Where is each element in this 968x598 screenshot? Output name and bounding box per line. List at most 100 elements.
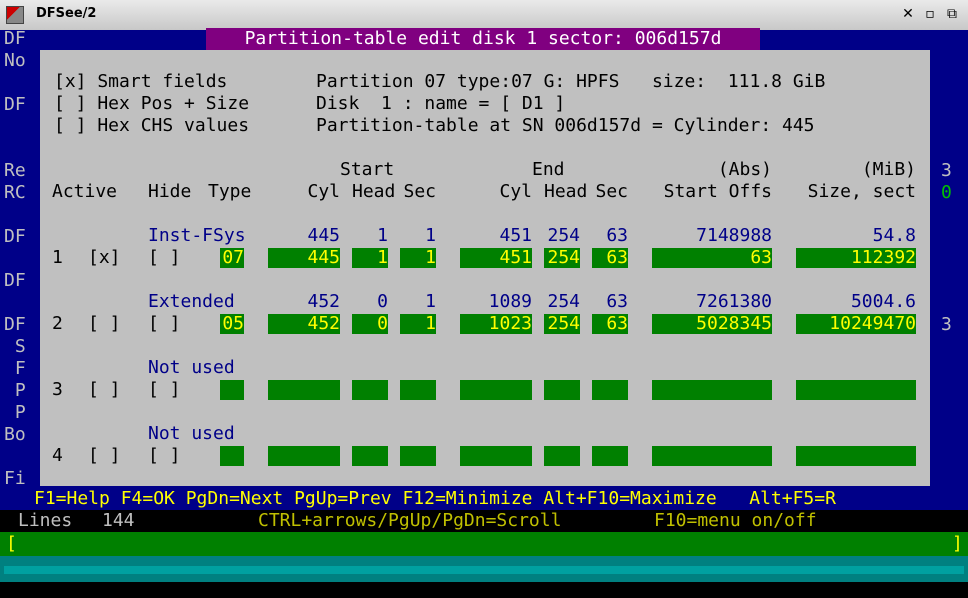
- header-head: Head: [352, 181, 396, 202]
- header-active: Active: [52, 181, 118, 202]
- bg-text: P: [4, 380, 26, 401]
- entry-1-head-field[interactable]: 1: [352, 248, 388, 268]
- entry-2-cyl-field[interactable]: 452: [268, 314, 340, 334]
- bg-text: Re: [4, 160, 26, 181]
- entry-2-offs-field[interactable]: 5028345: [652, 314, 772, 334]
- entry-4-hide-checkbox[interactable]: [ ]: [148, 445, 181, 467]
- bg-text: S: [4, 336, 26, 357]
- bg-text: 3: [941, 160, 952, 181]
- window-title: DFSee/2: [36, 6, 97, 21]
- bg-text: Bo: [4, 424, 26, 445]
- entry-1-end-head-field[interactable]: 254: [544, 248, 580, 268]
- hex-chs-checkbox[interactable]: [ ] Hex CHS values: [54, 115, 249, 137]
- entry-1-cyl-field[interactable]: 445: [268, 248, 340, 268]
- entry-2-end-sec-field[interactable]: 63: [592, 314, 628, 334]
- entry-1-info-esec: 63: [606, 225, 628, 246]
- entry-2-info-sec: 1: [425, 291, 436, 312]
- entry-1-info-cyl: 445: [307, 225, 340, 246]
- entry-1-label: Inst-FSys: [148, 225, 246, 246]
- entry-4-size-field[interactable]: [796, 446, 916, 466]
- entry-2-label: Extended: [148, 291, 235, 312]
- entry-4-active-checkbox[interactable]: [ ]: [88, 445, 121, 467]
- entry-1-info-head: 1: [377, 225, 388, 246]
- dialog-title: Partition-table edit disk 1 sector: 006d…: [206, 28, 760, 50]
- hex-pos-size-checkbox[interactable]: [ ] Hex Pos + Size: [54, 93, 249, 115]
- entry-1-info-ehead: 254: [547, 225, 580, 246]
- entry-4-number: 4: [52, 445, 63, 466]
- entry-4-sec-field[interactable]: [400, 446, 436, 466]
- entry-4-end-head-field[interactable]: [544, 446, 580, 466]
- bg-text: DF: [4, 314, 26, 335]
- maximize-icon[interactable]: ⧉: [944, 6, 960, 22]
- bg-text: F: [4, 358, 26, 379]
- header-sec: Sec: [403, 181, 436, 202]
- entry-2-info-abs: 7261380: [696, 291, 772, 312]
- header-start: Start: [340, 159, 395, 180]
- entry-3-head-field[interactable]: [352, 380, 388, 400]
- scroll-hint: CTRL+arrows/PgUp/PgDn=Scroll: [258, 510, 562, 531]
- entry-2-head-field[interactable]: 0: [352, 314, 388, 334]
- minimize-icon[interactable]: ▫: [922, 6, 938, 22]
- bottom-border: [0, 556, 968, 582]
- bg-text: DF: [4, 270, 26, 291]
- lines-label: Lines: [18, 510, 73, 531]
- smart-fields-checkbox[interactable]: [x] Smart fields: [54, 71, 227, 93]
- cmdline-right-bracket: ]: [952, 533, 963, 554]
- bg-text: P: [4, 402, 26, 423]
- window-titlebar[interactable]: DFSee/2 ✕ ▫ ⧉: [0, 0, 968, 31]
- entry-3-end-cyl-field[interactable]: [460, 380, 532, 400]
- entry-1-number: 1: [52, 247, 63, 268]
- lines-count: 144: [102, 510, 135, 531]
- entry-1-end-sec-field[interactable]: 63: [592, 248, 628, 268]
- entry-3-end-head-field[interactable]: [544, 380, 580, 400]
- close-icon[interactable]: ✕: [900, 6, 916, 22]
- entry-2-sec-field[interactable]: 1: [400, 314, 436, 334]
- bg-text: RC: [4, 182, 26, 203]
- command-line-input[interactable]: [ ]: [0, 532, 968, 556]
- entry-1-sec-field[interactable]: 1: [400, 248, 436, 268]
- entry-2-end-head-field[interactable]: 254: [544, 314, 580, 334]
- header-abs: (Abs): [717, 159, 772, 180]
- entry-3-active-checkbox[interactable]: [ ]: [88, 379, 121, 401]
- entry-1-end-cyl-field[interactable]: 451: [460, 248, 532, 268]
- partition-info: Partition 07 type:07 G: HPFS size: 111.8…: [316, 71, 826, 92]
- entry-3-hide-checkbox[interactable]: [ ]: [148, 379, 181, 401]
- entry-1-type-field[interactable]: 07: [220, 248, 244, 268]
- partition-edit-dialog: [x] Smart fields [ ] Hex Pos + Size [ ] …: [34, 50, 930, 486]
- entry-1-active-checkbox[interactable]: [x]: [88, 247, 121, 269]
- entry-1-size-field[interactable]: 112392: [796, 248, 916, 268]
- entry-3-sec-field[interactable]: [400, 380, 436, 400]
- header-end-head: Head: [544, 181, 588, 202]
- entry-4-cyl-field[interactable]: [268, 446, 340, 466]
- entry-2-size-field[interactable]: 10249470: [796, 314, 916, 334]
- entry-1-hide-checkbox[interactable]: [ ]: [148, 247, 181, 269]
- entry-2-info-head: 0: [377, 291, 388, 312]
- entry-4-end-cyl-field[interactable]: [460, 446, 532, 466]
- entry-1-info-mib: 54.8: [872, 225, 916, 246]
- disk-info: Disk 1 : name = [ D1 ]: [316, 93, 566, 114]
- entry-4-offs-field[interactable]: [652, 446, 772, 466]
- header-hide: Hide: [148, 181, 192, 202]
- entry-3-end-sec-field[interactable]: [592, 380, 628, 400]
- menu-hint: F10=menu on/off: [654, 510, 817, 531]
- entry-4-end-sec-field[interactable]: [592, 446, 628, 466]
- entry-3-offs-field[interactable]: [652, 380, 772, 400]
- entry-2-hide-checkbox[interactable]: [ ]: [148, 313, 181, 335]
- entry-3-size-field[interactable]: [796, 380, 916, 400]
- header-type: Type: [208, 181, 252, 202]
- entry-3-cyl-field[interactable]: [268, 380, 340, 400]
- entry-2-active-checkbox[interactable]: [ ]: [88, 313, 121, 335]
- bg-text: No: [4, 50, 26, 71]
- app-icon[interactable]: [6, 6, 24, 24]
- entry-3-type-field[interactable]: [220, 380, 244, 400]
- entry-2-end-cyl-field[interactable]: 1023: [460, 314, 532, 334]
- status-bar: Lines 144 CTRL+arrows/PgUp/PgDn=Scroll F…: [0, 510, 968, 532]
- bg-text: DF: [4, 226, 26, 247]
- bg-text: Fi: [4, 468, 26, 489]
- entry-4-head-field[interactable]: [352, 446, 388, 466]
- entry-1-offs-field[interactable]: 63: [652, 248, 772, 268]
- header-mib: (MiB): [861, 159, 916, 180]
- entry-1-info-sec: 1: [425, 225, 436, 246]
- entry-4-type-field[interactable]: [220, 446, 244, 466]
- entry-2-type-field[interactable]: 05: [220, 314, 244, 334]
